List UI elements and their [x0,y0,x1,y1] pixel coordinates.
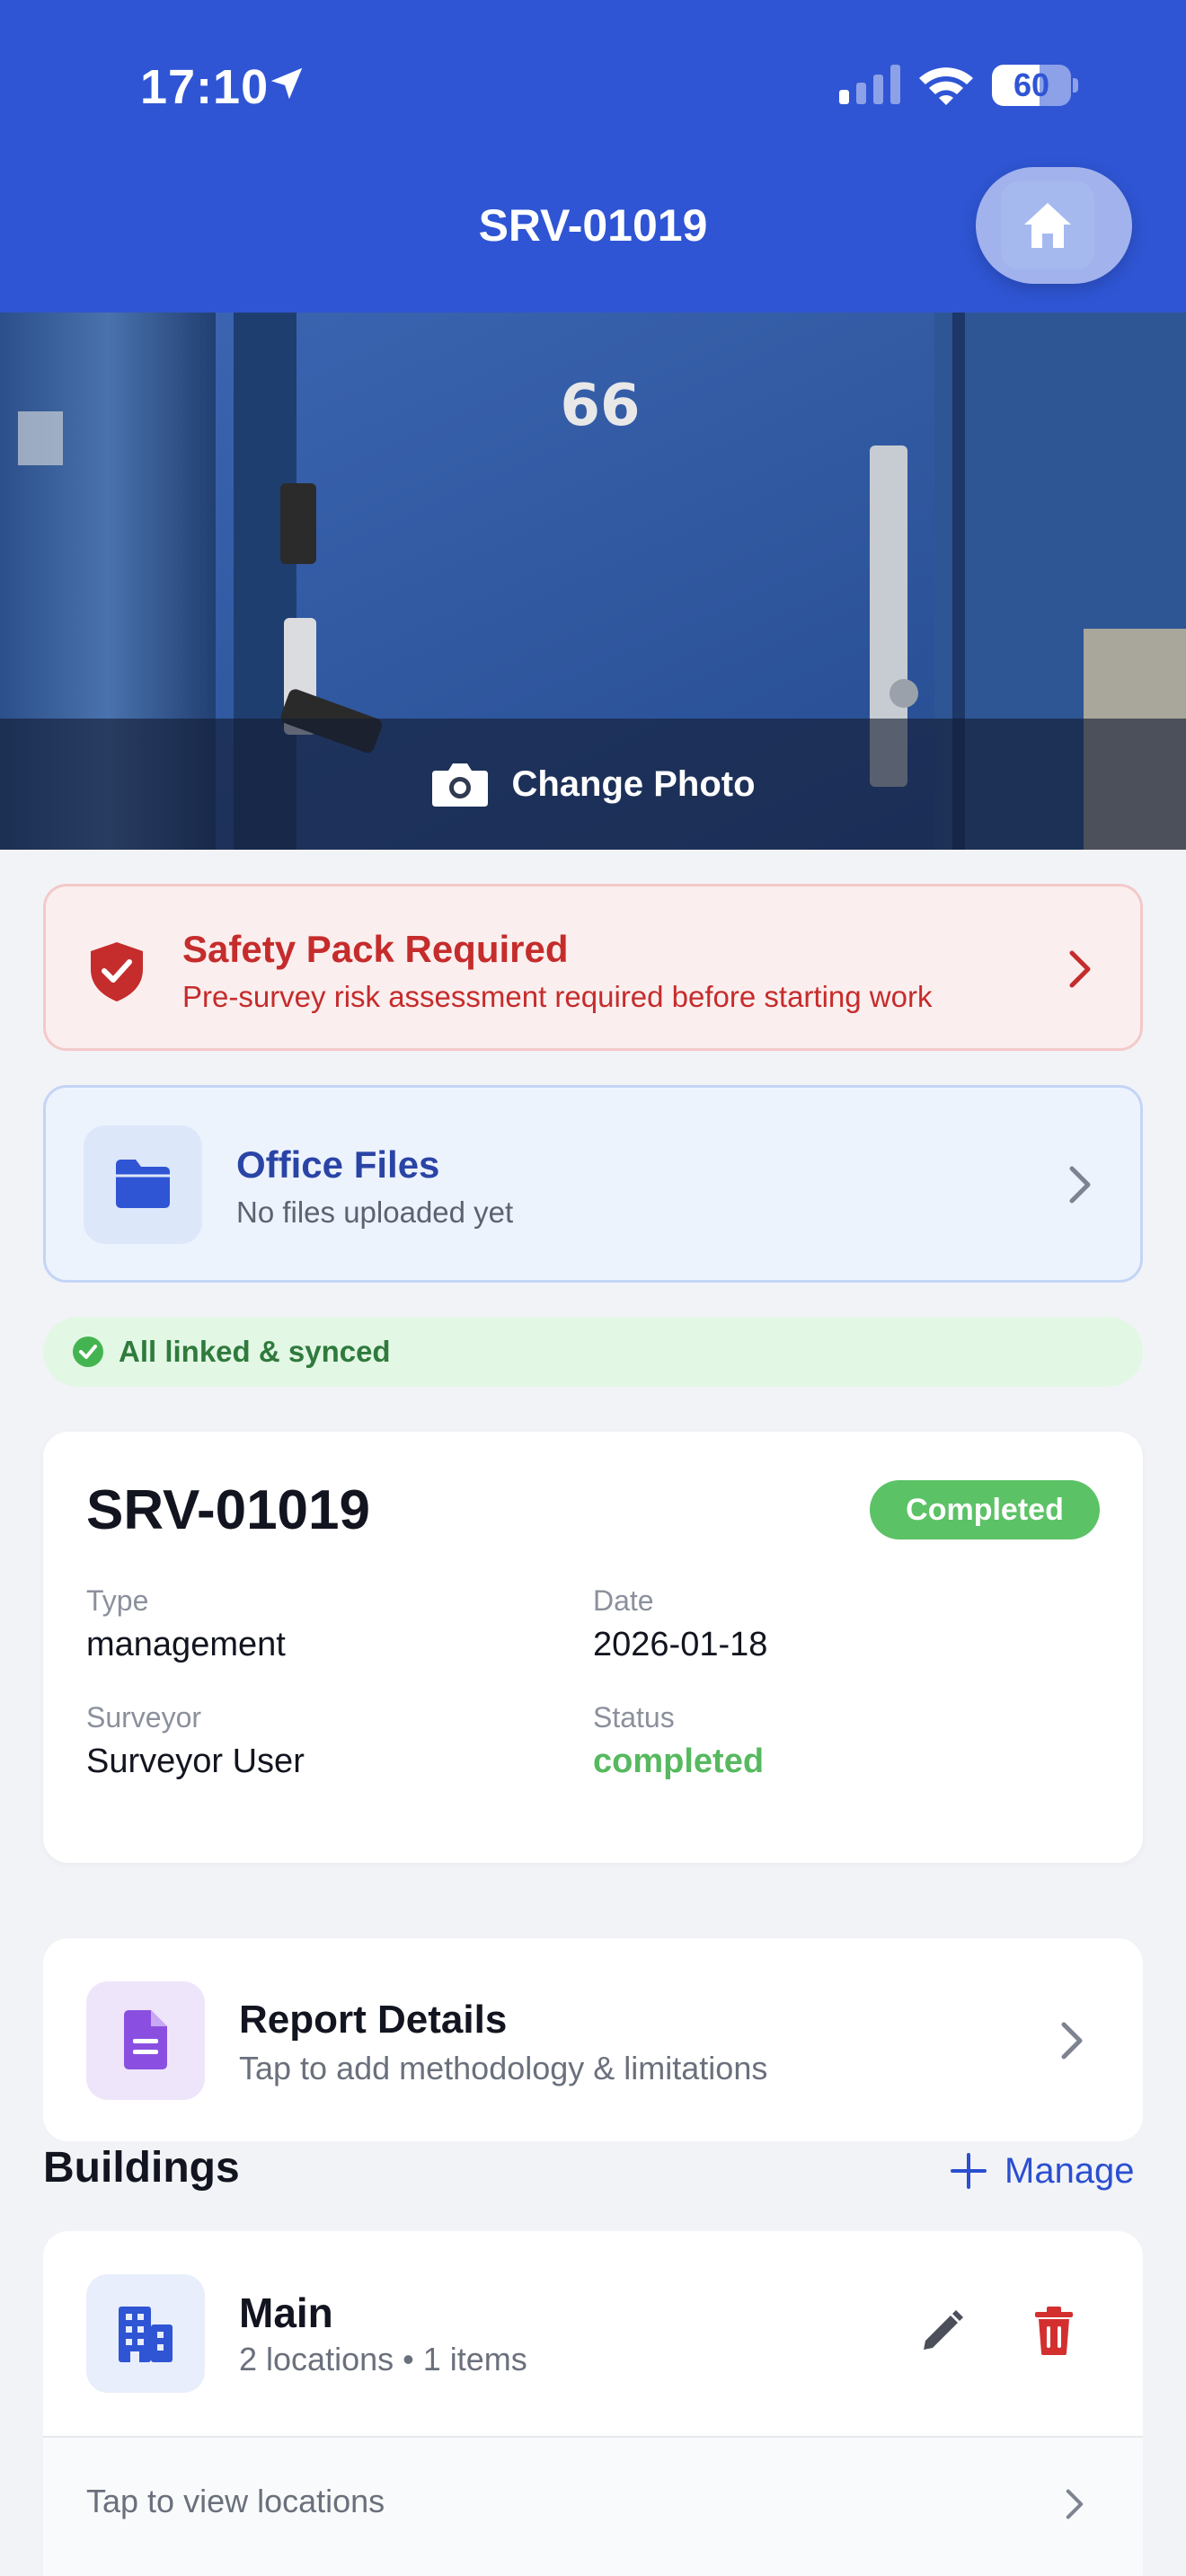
building-name: Main [239,2289,333,2336]
building-meta: 2 locations • 1 items [239,2341,527,2378]
home-button[interactable] [976,167,1132,284]
manage-label: Manage [1005,2150,1135,2191]
trash-icon[interactable] [1031,2305,1076,2357]
check-circle-icon [73,1337,103,1367]
safety-title: Safety Pack Required [182,928,569,970]
building-icon [119,2307,173,2362]
survey-id: SRV-01019 [86,1479,370,1541]
date-label: Date [593,1584,654,1617]
survey-photo[interactable]: 66 Change Photo [0,313,1186,850]
type-label: Type [86,1584,149,1617]
folder-icon-box [84,1125,202,1244]
sync-status-text: All linked & synced [119,1335,391,1368]
status-label: Status [593,1701,675,1734]
chevron-right-icon [1069,1166,1091,1204]
chevron-right-icon [1069,950,1091,988]
status-badge: Completed [870,1480,1100,1539]
document-icon-box [86,1981,205,2100]
building-icon-box [86,2274,205,2393]
change-photo-bar[interactable]: Change Photo [0,719,1186,850]
surveyor-value: Surveyor User [86,1742,305,1780]
building-card[interactable]: Main 2 locations • 1 items Tap to view l… [43,2231,1143,2576]
status-value: completed [593,1742,765,1780]
office-files-card[interactable]: Office Files No files uploaded yet [43,1085,1143,1283]
document-icon [124,2010,167,2069]
battery-indicator: 60 [992,65,1078,106]
folder-icon [116,1160,170,1208]
surveyor-label: Surveyor [86,1701,202,1734]
report-details-card[interactable]: Report Details Tap to add methodology & … [43,1938,1143,2141]
view-locations-label: Tap to view locations [86,2483,385,2519]
report-details-title: Report Details [239,1998,508,2042]
date-value: 2026-01-18 [593,1626,768,1663]
shield-check-icon [91,942,143,1001]
app-header: 17:10 60 SRV-01019 [0,0,1186,313]
sync-status-bar: All linked & synced [43,1317,1143,1387]
change-photo-button[interactable]: Change Photo [0,719,1186,850]
camera-icon [432,763,489,807]
edit-pencil-icon[interactable] [916,2307,967,2357]
status-time: 17:10 [140,60,270,114]
view-locations-row[interactable]: Tap to view locations [43,2438,1143,2576]
home-button-inner [1001,181,1094,269]
safety-subtitle: Pre-survey risk assessment required befo… [182,980,933,1013]
office-files-subtitle: No files uploaded yet [236,1195,514,1229]
manage-buildings-button[interactable]: Manage [949,2145,1135,2197]
location-arrow-icon [270,67,303,100]
cellular-signal-icon [839,65,900,104]
type-value: management [86,1626,286,1663]
battery-cap [1073,78,1078,93]
wifi-icon [919,67,973,105]
survey-summary-card: SRV-01019 Completed Type management Date… [43,1432,1143,1863]
status-bar: 17:10 60 [0,0,1186,171]
buildings-heading: Buildings [43,2144,240,2192]
chevron-right-icon [1066,2489,1084,2519]
office-files-title: Office Files [236,1143,440,1186]
battery-percent: 60 [1013,66,1050,103]
change-photo-label: Change Photo [511,763,756,804]
chevron-right-icon [1061,2022,1083,2060]
plus-icon [951,2153,987,2189]
safety-pack-card[interactable]: Safety Pack Required Pre-survey risk ass… [43,884,1143,1051]
home-icon [1024,203,1071,248]
report-details-subtitle: Tap to add methodology & limitations [239,2050,768,2086]
door-number: 66 [560,373,640,439]
